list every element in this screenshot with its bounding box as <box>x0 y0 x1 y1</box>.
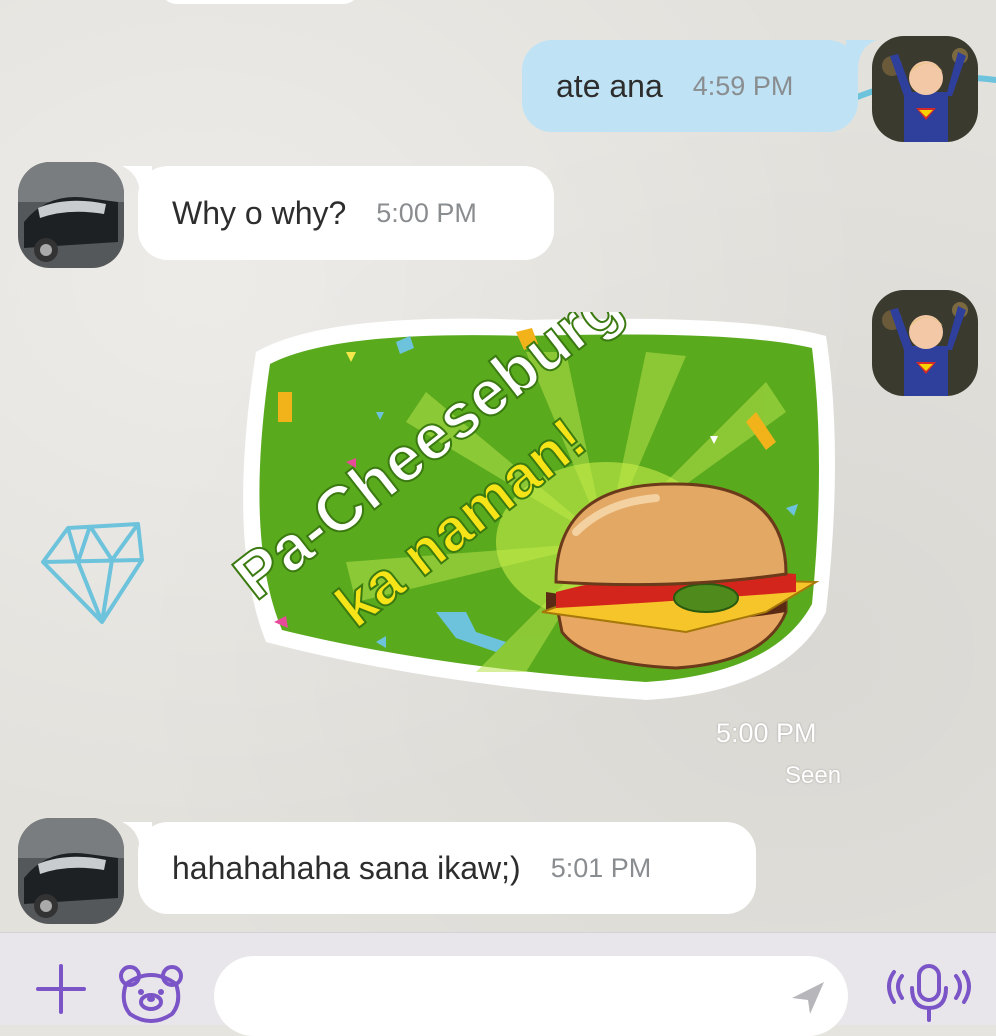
avatar-self[interactable] <box>872 36 978 142</box>
wallpaper-diamond-icon <box>41 522 144 624</box>
message-text: hahahahaha sana ikaw;) <box>172 849 521 886</box>
avatar-contact[interactable] <box>18 162 124 268</box>
message-text: Why o why? <box>172 194 347 231</box>
message-bubble-outgoing[interactable]: ate ana 4:59 PM <box>522 40 858 132</box>
seen-status: Seen <box>785 762 842 789</box>
avatar-contact[interactable] <box>18 818 124 924</box>
plus-icon[interactable] <box>34 962 88 1016</box>
send-arrow-icon[interactable] <box>788 978 828 1018</box>
message-time: 5:00 PM <box>376 197 477 228</box>
message-bubble-incoming[interactable]: Why o why? 5:00 PM <box>138 166 554 260</box>
message-time: 5:01 PM <box>550 852 652 883</box>
message-input[interactable] <box>214 956 848 1036</box>
partial-message-bubble <box>160 0 360 4</box>
cheeseburger-sticker[interactable]: Pa-Cheeseburger ka naman! <box>226 312 844 702</box>
message-bubble-incoming[interactable]: hahahahaha sana ikaw;) 5:01 PM <box>138 822 756 914</box>
sticker-bear-icon[interactable] <box>116 962 186 1024</box>
sticker-time: 5:00 PM <box>716 718 817 748</box>
message-time: 4:59 PM <box>692 70 794 101</box>
message-text: ate ana <box>556 67 663 104</box>
chat-area[interactable]: ate ana 4:59 PM Why o why? 5:00 PM Pa-Ch… <box>0 0 996 932</box>
avatar-self[interactable] <box>872 290 978 396</box>
voice-mic-icon[interactable] <box>886 962 972 1024</box>
